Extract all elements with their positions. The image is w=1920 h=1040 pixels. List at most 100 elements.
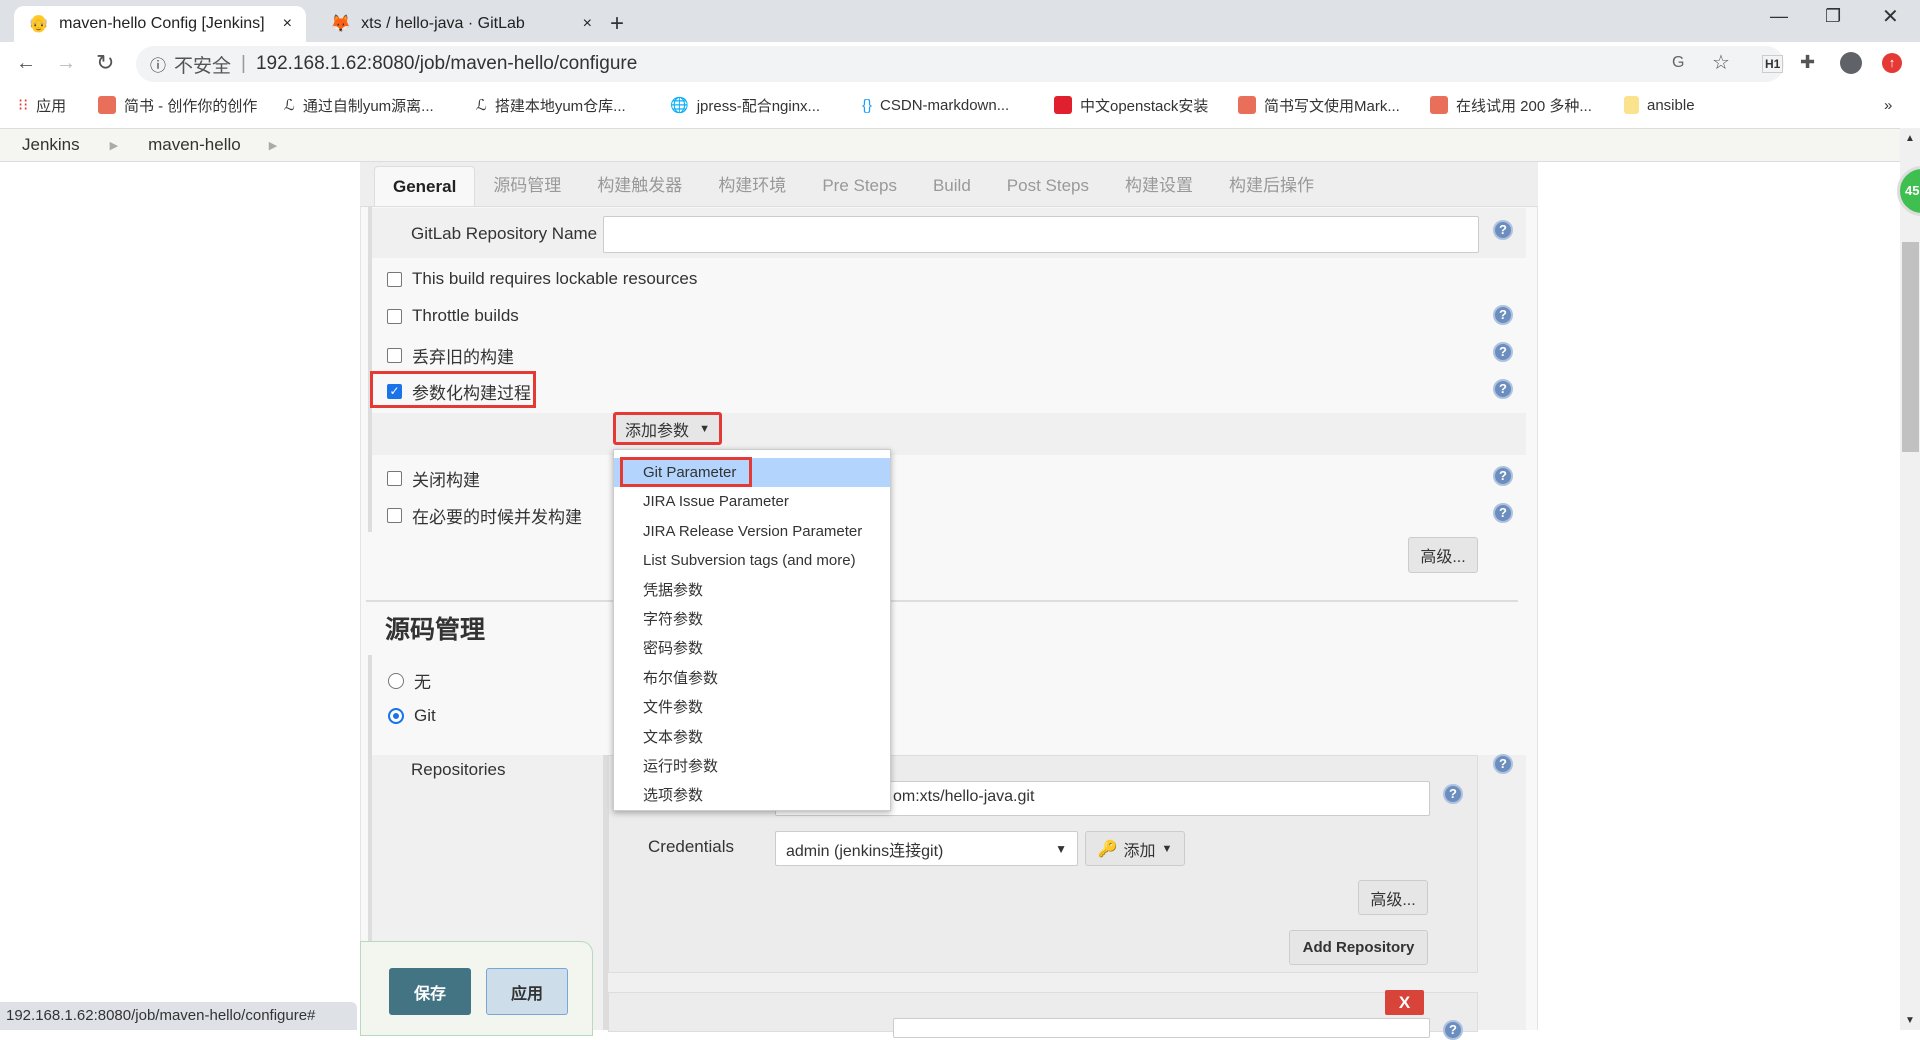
help-icon[interactable]: ? xyxy=(1493,342,1513,362)
menu-item[interactable]: 运行时参数 xyxy=(614,752,890,781)
menu-item[interactable]: JIRA Release Version Parameter xyxy=(614,517,890,546)
bookmark-item[interactable]: 🌐 jpress-配合nginx... xyxy=(670,86,820,124)
bookmark-item[interactable]: 简书 - 创作你的创作 xyxy=(98,86,257,124)
maximize-button[interactable]: ❐ xyxy=(1825,6,1841,27)
option-parameterized[interactable]: ✓ 参数化构建过程 xyxy=(387,379,531,404)
address-bar[interactable]: ⓘ 不安全 | 192.168.1.62:8080/job/maven-hell… xyxy=(136,46,1784,82)
checkbox-checked[interactable]: ✓ xyxy=(387,384,402,399)
scroll-up-icon[interactable]: ▲ xyxy=(1905,133,1915,144)
bookmark-label: 简书 - 创作你的创作 xyxy=(124,97,258,115)
reload-button[interactable]: ↻ xyxy=(96,50,114,76)
delete-button[interactable]: X xyxy=(1385,990,1424,1015)
breadcrumb-job[interactable]: maven-hello xyxy=(148,135,241,155)
browser-tab-jenkins[interactable]: 👴 maven-hello Config [Jenkins] × xyxy=(14,6,306,42)
menu-item-git-parameter[interactable]: Git Parameter xyxy=(614,457,890,488)
branch-input[interactable] xyxy=(893,1018,1430,1038)
gitlab-repo-input[interactable] xyxy=(603,216,1479,253)
help-icon[interactable]: ? xyxy=(1493,220,1513,240)
bookmark-item[interactable]: ℒ 搭建本地yum仓库... xyxy=(476,86,626,124)
browser-tab-gitlab[interactable]: 🦊 xts / hello-java · GitLab × xyxy=(316,6,606,42)
profile-icon[interactable] xyxy=(1840,52,1862,74)
menu-item[interactable]: 文件参数 xyxy=(614,693,890,722)
tab-build-env[interactable]: 构建环境 xyxy=(700,166,804,206)
tab-build[interactable]: Build xyxy=(915,166,989,206)
checkbox[interactable] xyxy=(387,308,402,324)
tab-pre-steps[interactable]: Pre Steps xyxy=(804,166,915,206)
menu-item[interactable]: JIRA Issue Parameter xyxy=(614,487,890,516)
tab-build-settings[interactable]: 构建设置 xyxy=(1107,166,1211,206)
add-repository-button[interactable]: Add Repository xyxy=(1289,930,1428,965)
scm-git[interactable]: Git xyxy=(388,706,436,726)
help-icon[interactable]: ? xyxy=(1493,503,1513,523)
menu-item[interactable]: 文本参数 xyxy=(614,723,890,752)
bookmark-item[interactable]: ℒ 通过自制yum源离... xyxy=(284,86,434,124)
option-label: Throttle builds xyxy=(412,306,519,325)
credentials-select[interactable]: admin (jenkins连接git) ▼ xyxy=(775,831,1078,866)
tab-title: maven-hello Config [Jenkins] xyxy=(59,15,265,32)
option-disable[interactable]: 关闭构建 xyxy=(387,466,480,491)
checkbox[interactable] xyxy=(387,348,402,363)
radio[interactable] xyxy=(388,672,404,689)
bookmark-apps[interactable]: ⁝⁝ 应用 xyxy=(18,86,66,124)
option-concurrent[interactable]: 在必要的时候并发构建 xyxy=(387,503,582,528)
scrollbar-thumb[interactable] xyxy=(1902,242,1919,452)
scroll-down-icon[interactable]: ▼ xyxy=(1905,1015,1915,1026)
tab-scm[interactable]: 源码管理 xyxy=(475,166,579,206)
checkbox[interactable] xyxy=(387,471,402,486)
minimize-button[interactable]: — xyxy=(1770,6,1788,27)
option-discard-old[interactable]: 丢弃旧的构建 xyxy=(387,343,514,368)
chevron-right-icon[interactable]: ▶ xyxy=(110,139,118,152)
back-button[interactable]: ← xyxy=(16,52,36,75)
repo-advanced-button[interactable]: 高级... xyxy=(1358,880,1428,915)
save-button[interactable]: 保存 xyxy=(389,968,471,1015)
breadcrumb-jenkins[interactable]: Jenkins xyxy=(22,135,80,155)
radio-selected[interactable] xyxy=(388,708,404,724)
help-icon[interactable]: ? xyxy=(1443,1020,1463,1040)
help-icon[interactable]: ? xyxy=(1493,305,1513,325)
close-window-button[interactable]: ✕ xyxy=(1882,4,1899,29)
bookmark-item[interactable]: 简书写文使用Mark... xyxy=(1238,86,1400,124)
menu-item[interactable]: 凭据参数 xyxy=(614,576,890,605)
option-lockable[interactable]: This build requires lockable resources xyxy=(387,269,697,289)
menu-item[interactable]: 选项参数 xyxy=(614,781,890,810)
star-icon[interactable]: ☆ xyxy=(1712,50,1730,75)
menu-item[interactable]: List Subversion tags (and more) xyxy=(614,546,890,575)
scm-none[interactable]: 无 xyxy=(388,668,431,693)
close-tab-icon[interactable]: × xyxy=(283,15,292,33)
help-icon[interactable]: ? xyxy=(1493,379,1513,399)
openstack-icon xyxy=(1054,96,1072,114)
help-icon[interactable]: ? xyxy=(1493,754,1513,774)
bookmark-icon: ℒ xyxy=(476,97,487,114)
extensions-icon[interactable]: ✚ xyxy=(1800,52,1815,73)
update-icon[interactable]: ↑ xyxy=(1882,53,1902,73)
more-bookmarks[interactable]: » xyxy=(1884,86,1892,124)
tab-post-build[interactable]: 构建后操作 xyxy=(1211,166,1332,206)
close-tab-icon[interactable]: × xyxy=(583,15,592,33)
menu-item[interactable]: 密码参数 xyxy=(614,634,890,663)
h1-extension-icon[interactable]: H1 xyxy=(1762,55,1784,73)
tab-triggers[interactable]: 构建触发器 xyxy=(579,166,700,206)
bookmark-folder[interactable]: ansible xyxy=(1624,86,1695,124)
bookmark-item[interactable]: {} CSDN-markdown... xyxy=(862,86,1009,124)
forward-button[interactable]: → xyxy=(56,52,76,75)
option-throttle[interactable]: Throttle builds xyxy=(387,306,519,326)
advanced-button[interactable]: 高级... xyxy=(1408,537,1478,573)
add-credentials-button[interactable]: 🔑 添加 ▼ xyxy=(1085,831,1185,866)
menu-item[interactable]: 布尔值参数 xyxy=(614,664,890,693)
help-icon[interactable]: ? xyxy=(1493,466,1513,486)
checkbox[interactable] xyxy=(387,271,402,287)
apply-button[interactable]: 应用 xyxy=(486,968,568,1015)
add-parameter-button[interactable]: 添加参数 ▼ xyxy=(613,412,722,445)
bookmark-item[interactable]: 在线试用 200 多种... xyxy=(1430,86,1592,124)
tab-general[interactable]: General xyxy=(374,166,476,206)
chevron-right-icon[interactable]: ▶ xyxy=(269,139,277,152)
new-tab-button[interactable]: + xyxy=(610,10,624,38)
tab-post-steps[interactable]: Post Steps xyxy=(989,166,1107,206)
checkbox[interactable] xyxy=(387,508,402,523)
jianshu-icon xyxy=(1238,96,1256,114)
help-icon[interactable]: ? xyxy=(1443,784,1463,804)
translate-icon[interactable]: G xyxy=(1672,54,1684,72)
menu-item[interactable]: 字符参数 xyxy=(614,605,890,634)
bookmark-item[interactable]: 中文openstack安装 xyxy=(1054,86,1208,124)
bookmark-label: 通过自制yum源离... xyxy=(302,97,434,115)
